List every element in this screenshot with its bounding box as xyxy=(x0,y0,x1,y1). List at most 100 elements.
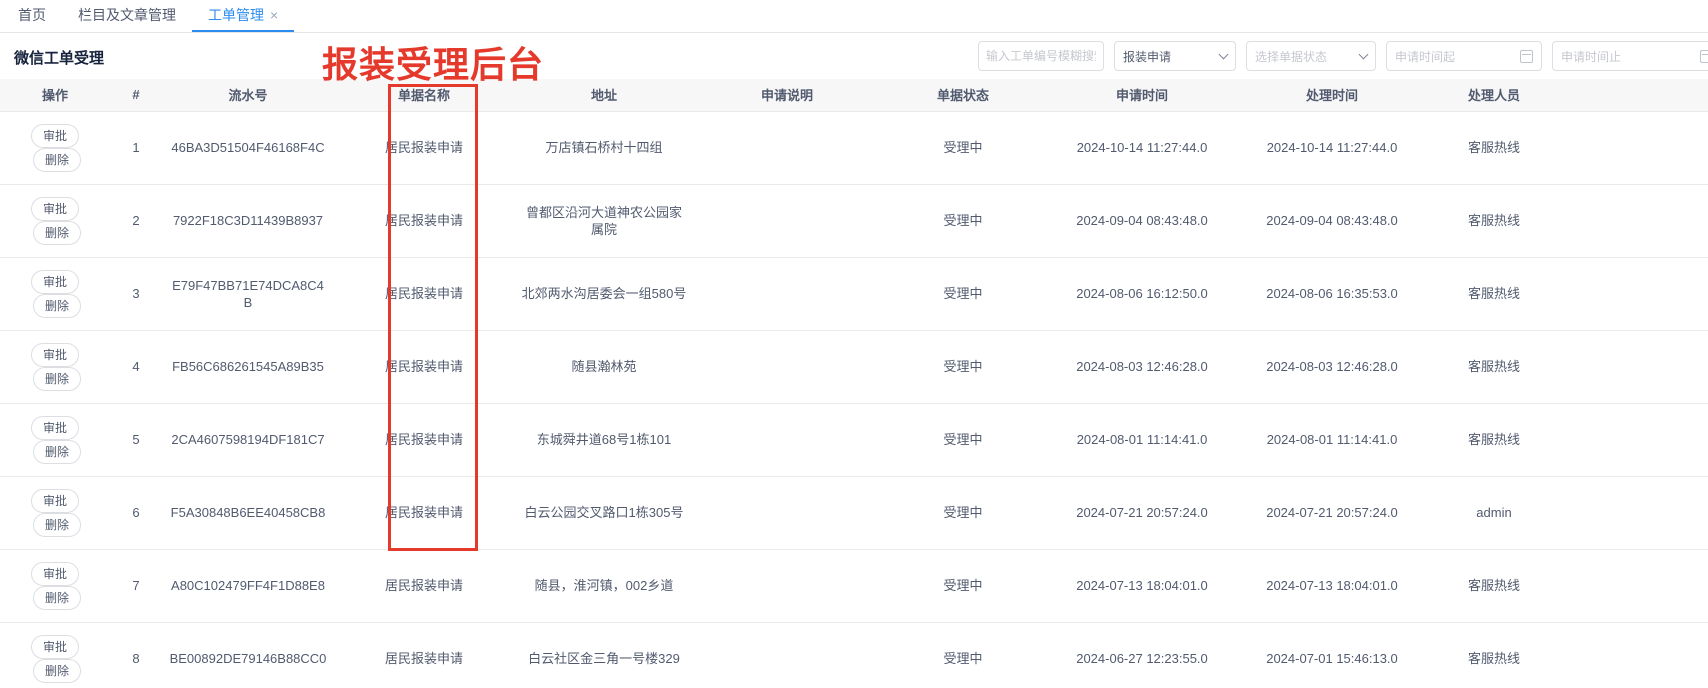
approve-button[interactable]: 审批 xyxy=(31,562,79,586)
operation-cell: 审批删除 xyxy=(0,257,110,330)
table-row: 审批删除 4 FB56C686261545A89B35 居民报装申请 随县瀚林苑… xyxy=(0,330,1708,403)
row-address: 白云公园交叉路口1栋305号 xyxy=(514,476,694,549)
order-type-select[interactable]: 报装申请 xyxy=(1114,41,1236,71)
header-note: 申请说明 xyxy=(694,79,880,111)
row-index: 8 xyxy=(110,622,162,688)
row-index: 6 xyxy=(110,476,162,549)
row-doc-name: 居民报装申请 xyxy=(334,111,514,184)
row-doc-name: 居民报装申请 xyxy=(334,184,514,257)
apply-time-end-placeholder: 申请时间止 xyxy=(1561,48,1621,65)
row-apply-time: 2024-08-03 12:46:28.0 xyxy=(1046,330,1238,403)
close-icon[interactable]: × xyxy=(270,8,278,22)
row-serial: 2CA4607598194DF181C7 xyxy=(162,403,334,476)
row-process-time: 2024-07-21 20:57:24.0 xyxy=(1238,476,1426,549)
table-row: 审批删除 1 46BA3D51504F46168F4C 居民报装申请 万店镇石桥… xyxy=(0,111,1708,184)
delete-button[interactable]: 删除 xyxy=(33,513,81,537)
row-status: 受理中 xyxy=(880,549,1046,622)
approve-button[interactable]: 审批 xyxy=(31,635,79,659)
table-row: 审批删除 7 A80C102479FF4F1D88E8 居民报装申请 随县，淮河… xyxy=(0,549,1708,622)
page-title: 微信工单受理 xyxy=(14,47,104,68)
delete-button[interactable]: 删除 xyxy=(33,659,81,683)
row-serial: FB56C686261545A89B35 xyxy=(162,330,334,403)
approve-button[interactable]: 审批 xyxy=(31,124,79,148)
table-row: 审批删除 6 F5A30848B6EE40458CB8 居民报装申请 白云公园交… xyxy=(0,476,1708,549)
tab-home[interactable]: 首页 xyxy=(2,0,62,32)
filter-bar: 报装申请 选择单据状态 申请时间起 申请时间止 xyxy=(978,41,1708,71)
approve-button[interactable]: 审批 xyxy=(31,489,79,513)
row-note xyxy=(694,111,880,184)
row-filler xyxy=(1562,622,1708,688)
row-status: 受理中 xyxy=(880,257,1046,330)
row-status: 受理中 xyxy=(880,622,1046,688)
tab-work-orders[interactable]: 工单管理 × xyxy=(192,0,294,32)
table-row: 审批删除 5 2CA4607598194DF181C7 居民报装申请 东城舜井道… xyxy=(0,403,1708,476)
row-index: 1 xyxy=(110,111,162,184)
row-process-time: 2024-07-13 18:04:01.0 xyxy=(1238,549,1426,622)
row-handler: 客服热线 xyxy=(1426,622,1562,688)
row-note xyxy=(694,184,880,257)
operation-cell: 审批删除 xyxy=(0,622,110,688)
row-address: 白云社区金三角一号楼329 xyxy=(514,622,694,688)
order-number-search-input[interactable] xyxy=(978,41,1104,71)
delete-button[interactable]: 删除 xyxy=(33,586,81,610)
row-apply-time: 2024-08-06 16:12:50.0 xyxy=(1046,257,1238,330)
row-handler: admin xyxy=(1426,476,1562,549)
delete-button[interactable]: 删除 xyxy=(33,367,81,391)
approve-button[interactable]: 审批 xyxy=(31,416,79,440)
table-row: 审批删除 3 E79F47BB71E74DCA8C4B 居民报装申请 北郊两水沟… xyxy=(0,257,1708,330)
row-filler xyxy=(1562,403,1708,476)
row-address: 北郊两水沟居委会一组580号 xyxy=(514,257,694,330)
work-order-table: 操作 # 流水号 单据名称 地址 申请说明 单据状态 申请时间 处理时间 处理人… xyxy=(0,79,1708,688)
header-index: # xyxy=(110,79,162,111)
apply-time-start-input[interactable]: 申请时间起 xyxy=(1386,41,1542,71)
operation-cell: 审批删除 xyxy=(0,403,110,476)
delete-button[interactable]: 删除 xyxy=(33,294,81,318)
row-doc-name: 居民报装申请 xyxy=(334,549,514,622)
row-serial: BE00892DE79146B88CC0 xyxy=(162,622,334,688)
delete-button[interactable]: 删除 xyxy=(33,148,81,172)
tab-article-management[interactable]: 栏目及文章管理 xyxy=(62,0,192,32)
delete-button[interactable]: 删除 xyxy=(33,221,81,245)
row-serial: 7922F18C3D11439B8937 xyxy=(162,184,334,257)
row-address: 随县，淮河镇，002乡道 xyxy=(514,549,694,622)
row-process-time: 2024-08-06 16:35:53.0 xyxy=(1238,257,1426,330)
apply-time-end-input[interactable]: 申请时间止 xyxy=(1552,41,1708,71)
order-status-select[interactable]: 选择单据状态 xyxy=(1246,41,1376,71)
order-status-select-placeholder: 选择单据状态 xyxy=(1255,48,1327,65)
row-index: 3 xyxy=(110,257,162,330)
row-note xyxy=(694,403,880,476)
operation-cell: 审批删除 xyxy=(0,549,110,622)
approve-button[interactable]: 审批 xyxy=(31,343,79,367)
row-index: 4 xyxy=(110,330,162,403)
row-handler: 客服热线 xyxy=(1426,184,1562,257)
row-address: 随县瀚林苑 xyxy=(514,330,694,403)
row-doc-name: 居民报装申请 xyxy=(334,622,514,688)
order-type-select-value: 报装申请 xyxy=(1123,48,1171,65)
row-handler: 客服热线 xyxy=(1426,549,1562,622)
row-apply-time: 2024-10-14 11:27:44.0 xyxy=(1046,111,1238,184)
row-index: 2 xyxy=(110,184,162,257)
approve-button[interactable]: 审批 xyxy=(31,270,79,294)
header-doc-name: 单据名称 xyxy=(334,79,514,111)
header-apply-time: 申请时间 xyxy=(1046,79,1238,111)
row-note xyxy=(694,257,880,330)
row-address: 东城舜井道68号1栋101 xyxy=(514,403,694,476)
operation-cell: 审批删除 xyxy=(0,330,110,403)
header-process-time: 处理时间 xyxy=(1238,79,1426,111)
toolbar: 微信工单受理 报装申请 选择单据状态 申请时间起 申请时间止 xyxy=(0,33,1708,79)
row-filler xyxy=(1562,330,1708,403)
row-doc-name: 居民报装申请 xyxy=(334,403,514,476)
row-note xyxy=(694,476,880,549)
row-filler xyxy=(1562,476,1708,549)
row-serial: E79F47BB71E74DCA8C4B xyxy=(162,257,334,330)
chevron-down-icon xyxy=(1219,50,1229,60)
row-handler: 客服热线 xyxy=(1426,403,1562,476)
row-status: 受理中 xyxy=(880,184,1046,257)
row-address: 曾都区沿河大道神农公园家属院 xyxy=(514,184,694,257)
header-filler xyxy=(1562,79,1708,111)
approve-button[interactable]: 审批 xyxy=(31,197,79,221)
delete-button[interactable]: 删除 xyxy=(33,440,81,464)
row-apply-time: 2024-06-27 12:23:55.0 xyxy=(1046,622,1238,688)
calendar-icon xyxy=(1700,50,1708,63)
row-handler: 客服热线 xyxy=(1426,330,1562,403)
